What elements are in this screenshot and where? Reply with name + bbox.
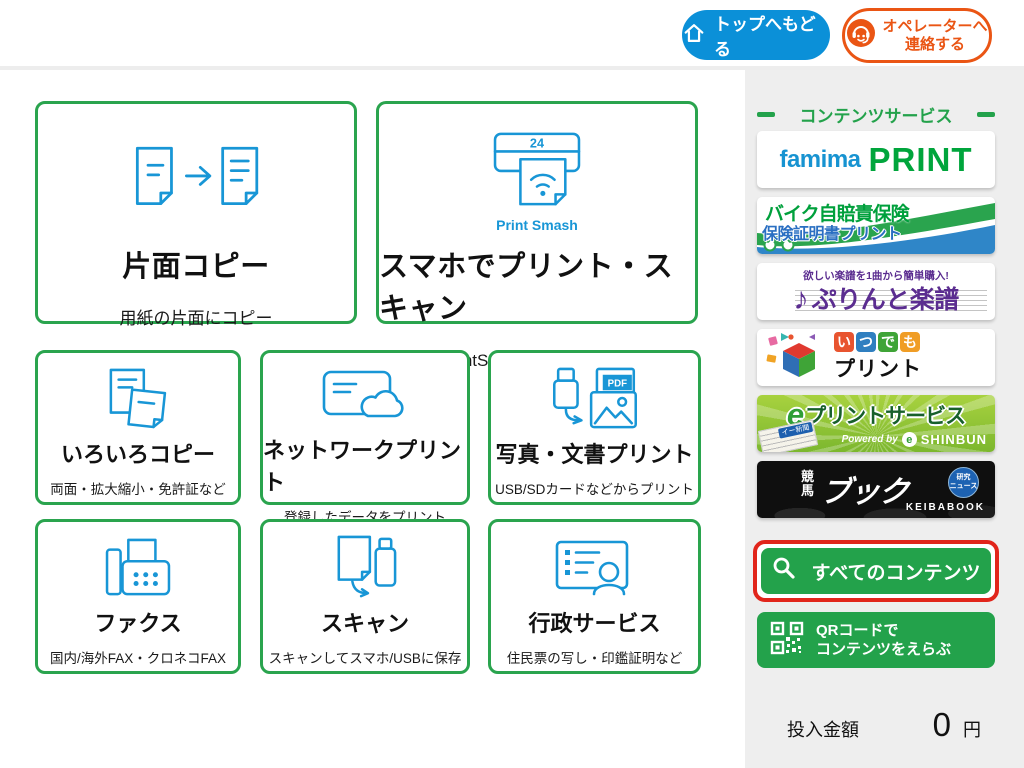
inserted-amount-value: 0	[933, 706, 951, 744]
famima-logo-word2: PRINT	[869, 141, 973, 179]
photo-doc-print-icon: PDF	[547, 368, 643, 430]
tile-subtitle: 両面・拡大縮小・免許証など	[50, 478, 226, 498]
itsudemo-char: で	[878, 332, 898, 352]
itsudemo-char: つ	[856, 332, 876, 352]
keiba-news-badge: 研究 ニュース	[948, 467, 979, 498]
tile-title: 片面コピー	[122, 243, 270, 285]
keiba-kanji-2: 馬	[801, 484, 814, 498]
tile-fax[interactable]: ファクス 国内/海外FAX・クロネコFAX	[35, 519, 241, 674]
gakufu-title: ぷりんと楽譜	[812, 280, 959, 316]
tile-title: スキャン	[321, 606, 409, 638]
eshinbun-brand: SHINBUN	[921, 432, 987, 447]
banner-bike-insurance[interactable]: バイク自賠責保険 保険証明書プリント	[757, 197, 995, 254]
contact-operator-button[interactable]: オペレーターへ 連絡する	[842, 8, 992, 63]
tile-smartphone-print-scan[interactable]: 24 Print Smash スマホでプリント・スキャン PrintSmashで…	[376, 101, 698, 324]
tile-subtitle: 用紙の片面にコピー	[120, 304, 273, 329]
tile-title: 写真・文書プリント	[495, 437, 693, 469]
contact-operator-label-line2: 連絡する	[882, 36, 987, 54]
itsudemo-char: も	[900, 332, 920, 352]
keibabook-roman: KEIBABOOK	[906, 502, 985, 513]
heading-dash-right	[977, 112, 995, 117]
qr-select-button[interactable]: QRコードで コンテンツをえらぶ	[757, 612, 995, 668]
itsudemo-cube-icon	[765, 331, 827, 384]
itsudemo-title: プリント	[834, 353, 922, 383]
tile-title: ファクス	[94, 606, 181, 638]
tile-title: ネットワークプリント	[263, 433, 467, 497]
keiba-badge-line2: ニュース	[950, 483, 978, 491]
print-smash-icon: 24	[481, 128, 593, 215]
fax-icon	[102, 537, 174, 599]
tile-photo-doc-print[interactable]: PDF 写真・文書プリント USB/SDカードなどからプリント	[488, 350, 701, 505]
banner-keibabook[interactable]: 競 馬 ブック 研究 ニュース KEIBABOOK	[757, 461, 995, 518]
keiba-kanji: 競 馬	[801, 470, 814, 499]
tile-title: いろいろコピー	[61, 437, 215, 469]
operator-headset-icon	[846, 18, 876, 53]
itsudemo-char-blocks: い つ で も	[834, 332, 922, 352]
tile-scan[interactable]: スキャン スキャンしてスマホ/USBに保存	[260, 519, 470, 674]
eprint-powered-by: Powered by	[842, 434, 898, 445]
tile-copy-single[interactable]: 片面コピー 用紙の片面にコピー	[35, 101, 357, 324]
tile-gov-service[interactable]: 行政サービス 住民票の写し・印鑑証明など	[488, 519, 701, 674]
all-contents-button[interactable]: すべてのコンテンツ	[761, 548, 991, 594]
all-contents-label: すべてのコンテンツ	[812, 558, 981, 585]
print-smash-label: Print Smash	[496, 217, 578, 233]
inserted-amount-unit: 円	[963, 716, 981, 742]
famima-logo-word1: famima	[779, 146, 860, 174]
contact-operator-label-line1: オペレーターへ	[882, 18, 987, 36]
content-service-label: コンテンツサービス	[800, 102, 953, 127]
qr-label-line2: コンテンツをえらぶ	[816, 640, 951, 660]
top-bar: トップへもどる オペレーターへ 連絡する	[0, 0, 1024, 70]
tile-subtitle: 住民票の写し・印鑑証明など	[507, 647, 683, 667]
banner-famima-print[interactable]: famima PRINT	[757, 131, 995, 188]
keiba-badge-line1: 研究	[957, 474, 971, 482]
itsudemo-char: い	[834, 332, 854, 352]
qr-code-icon	[770, 621, 804, 660]
search-icon	[772, 556, 796, 586]
banner-eprint-service[interactable]: e プリントサービス Powered by e SHINBUN イー新聞	[757, 395, 995, 452]
print-smash-badge: 24	[530, 137, 544, 151]
tile-network-print[interactable]: ネットワークプリント 登録したデータをプリント	[260, 350, 470, 505]
banner-print-gakufu[interactable]: 欲しい楽譜を1曲から簡単購入! ♪ ぷりんと楽譜	[757, 263, 995, 320]
heading-dash-left	[757, 112, 775, 117]
content-service-heading: コンテンツサービス	[757, 102, 995, 127]
tile-title: 行政サービス	[528, 606, 660, 638]
back-to-top-button[interactable]: トップへもどる	[682, 10, 830, 60]
inserted-amount-row: 投入金額 0 円	[757, 706, 995, 744]
copy-single-icon	[116, 146, 276, 213]
pdf-label: PDF	[607, 378, 626, 389]
highlight-ring: すべてのコンテンツ	[753, 540, 999, 602]
tile-subtitle: スキャンしてスマホ/USBに保存	[269, 647, 462, 667]
tile-subtitle: 国内/海外FAX・クロネコFAX	[50, 647, 226, 667]
tile-various-copy[interactable]: いろいろコピー 両面・拡大縮小・免許証など	[35, 350, 241, 505]
bike-banner-line2: 保険証明書プリント	[762, 220, 902, 244]
keiba-katakana: ブック	[819, 467, 911, 511]
banner-itsudemo-print[interactable]: い つ で も プリント	[757, 329, 995, 386]
tile-subtitle: USB/SDカードなどからプリント	[495, 478, 694, 498]
tile-title: スマホでプリント・スキャン	[379, 243, 695, 327]
various-copy-icon	[100, 368, 176, 430]
keiba-kanji-1: 競	[801, 470, 814, 484]
gov-service-icon	[553, 537, 637, 599]
eprint-title: プリントサービス	[805, 400, 965, 430]
scan-icon	[328, 537, 402, 599]
home-icon	[682, 21, 706, 50]
inserted-amount-label: 投入金額	[787, 716, 859, 742]
eshinbun-e-icon: e	[902, 432, 917, 447]
back-to-top-label: トップへもどる	[714, 10, 830, 60]
network-print-icon	[322, 368, 408, 426]
music-note-icon: ♪	[793, 283, 809, 314]
qr-label-line1: QRコードで	[816, 621, 951, 641]
